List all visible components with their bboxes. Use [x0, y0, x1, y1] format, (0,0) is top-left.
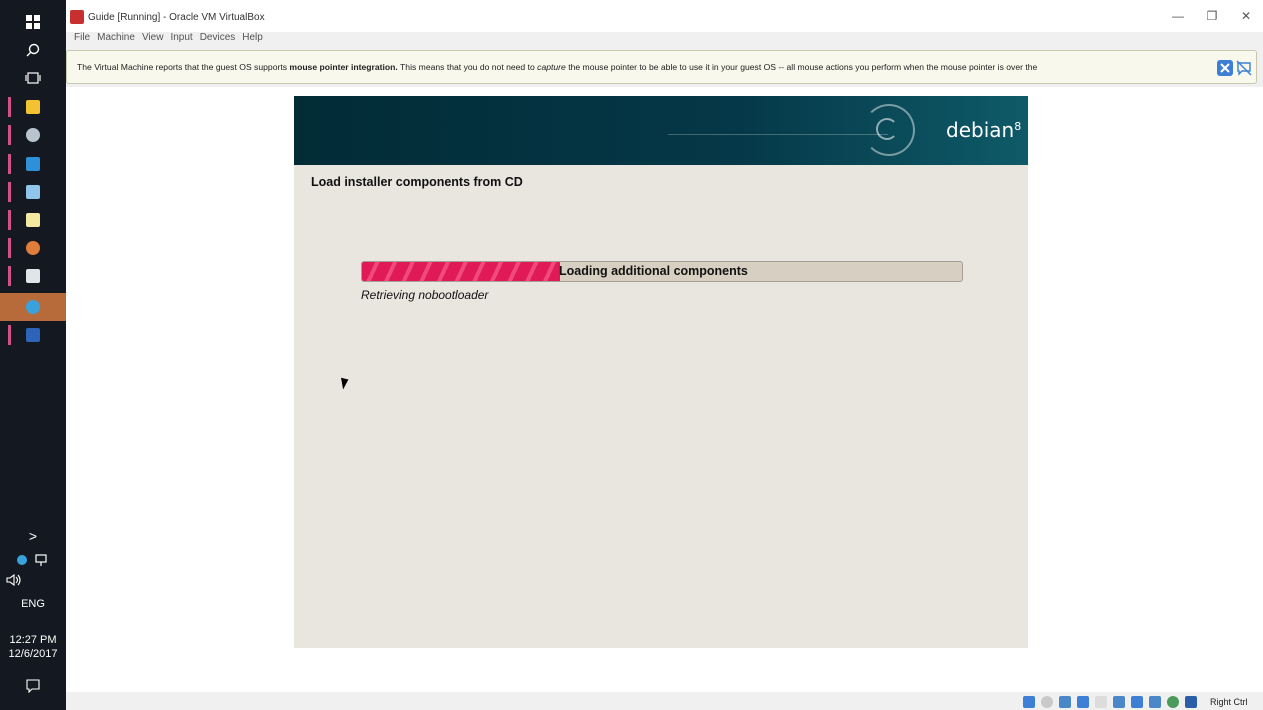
mouse-integration-notice: The Virtual Machine reports that the gue… [66, 50, 1257, 84]
step-title: Load installer components from CD [311, 175, 523, 189]
word-icon[interactable] [0, 321, 66, 349]
clock-date[interactable]: 12/6/2017 [0, 648, 66, 660]
progress-fill [362, 262, 560, 281]
video-capture-icon[interactable] [1131, 696, 1143, 708]
header-line [668, 134, 888, 135]
input-language[interactable]: ENG [0, 598, 66, 610]
remote-desktop-icon[interactable] [0, 150, 66, 178]
virtualbox-app-icon [70, 10, 84, 24]
progress-bar: Loading additional components [361, 261, 963, 282]
window-title: Guide [Running] - Oracle VM VirtualBox [88, 12, 265, 23]
mouse-integration-icon[interactable] [1167, 696, 1179, 708]
minimize-button[interactable]: — [1168, 9, 1188, 23]
mouse-pointer-icon [341, 376, 350, 390]
windows-start-icon[interactable] [0, 8, 66, 36]
action-center-icon[interactable] [0, 672, 66, 700]
shared-folders-icon[interactable] [1095, 696, 1107, 708]
debian-logo: debian8 [946, 118, 1021, 142]
volume-icon[interactable] [0, 566, 66, 594]
menu-machine[interactable]: Machine [97, 32, 135, 46]
notice-text-mid: This means that you do not need to [397, 62, 538, 72]
restore-button[interactable]: ❐ [1202, 9, 1222, 23]
cpu-icon[interactable] [1149, 696, 1161, 708]
hard-disk-icon[interactable] [1023, 696, 1035, 708]
windows-taskbar: > ENG 12:27 PM 12/6/2017 [0, 0, 66, 710]
notice-text-italic: capture [537, 62, 566, 72]
progress-label: Loading additional components [559, 264, 748, 278]
debian-swirl-inner-icon [876, 118, 898, 140]
virtualbox-window: Guide [Running] - Oracle VM VirtualBox —… [66, 0, 1263, 710]
menu-devices[interactable]: Devices [200, 32, 236, 46]
search-icon[interactable] [0, 36, 66, 64]
menu-input[interactable]: Input [170, 32, 192, 46]
display-icon[interactable] [1113, 696, 1125, 708]
notepad-icon[interactable] [0, 206, 66, 234]
progress-status: Retrieving nobootloader [361, 288, 489, 302]
screen: > ENG 12:27 PM 12/6/2017 Guide [Running]… [0, 0, 1263, 710]
menu-bar: File Machine View Input Devices Help [74, 32, 263, 46]
task-view-icon[interactable] [0, 64, 66, 92]
close-button[interactable]: ✕ [1236, 9, 1256, 23]
documents-icon[interactable] [0, 178, 66, 206]
notice-text-pre: The Virtual Machine reports that the gue… [77, 62, 290, 72]
notice-text-post: the mouse pointer to be able to use it i… [565, 62, 1038, 72]
network-adapter-icon[interactable] [1059, 696, 1071, 708]
keyboard-capture-icon[interactable] [1185, 696, 1197, 708]
host-key-label: Right Ctrl [1210, 697, 1248, 707]
terminal-icon[interactable] [0, 262, 66, 290]
close-notice-icon[interactable] [1217, 60, 1233, 76]
show-hidden-icons-arrow[interactable]: > [0, 528, 66, 544]
usb-icon[interactable] [1077, 696, 1089, 708]
telegram-icon[interactable] [0, 293, 66, 321]
debian-logo-text: debian [946, 118, 1015, 142]
notice-text-bold: mouse pointer integration. [289, 62, 398, 72]
debian-installer-screen: debian8 Load installer components from C… [294, 96, 1028, 648]
clock-time[interactable]: 12:27 PM [0, 634, 66, 646]
disable-notices-icon[interactable] [1236, 60, 1252, 76]
menu-view[interactable]: View [142, 32, 164, 46]
debian-header: debian8 [294, 96, 1028, 165]
menu-file[interactable]: File [74, 32, 90, 46]
menu-help[interactable]: Help [242, 32, 263, 46]
paint-icon[interactable] [0, 234, 66, 262]
virtualbox-manager-icon[interactable] [0, 121, 66, 149]
title-bar[interactable]: Guide [Running] - Oracle VM VirtualBox —… [66, 0, 1263, 32]
file-explorer-icon[interactable] [0, 93, 66, 121]
status-bar: Right Ctrl [66, 692, 1263, 710]
notice-text: The Virtual Machine reports that the gue… [77, 62, 1212, 72]
optical-drive-icon[interactable] [1041, 696, 1053, 708]
guest-display[interactable]: debian8 Load installer components from C… [66, 87, 1263, 692]
debian-logo-version: 8 [1014, 120, 1022, 133]
